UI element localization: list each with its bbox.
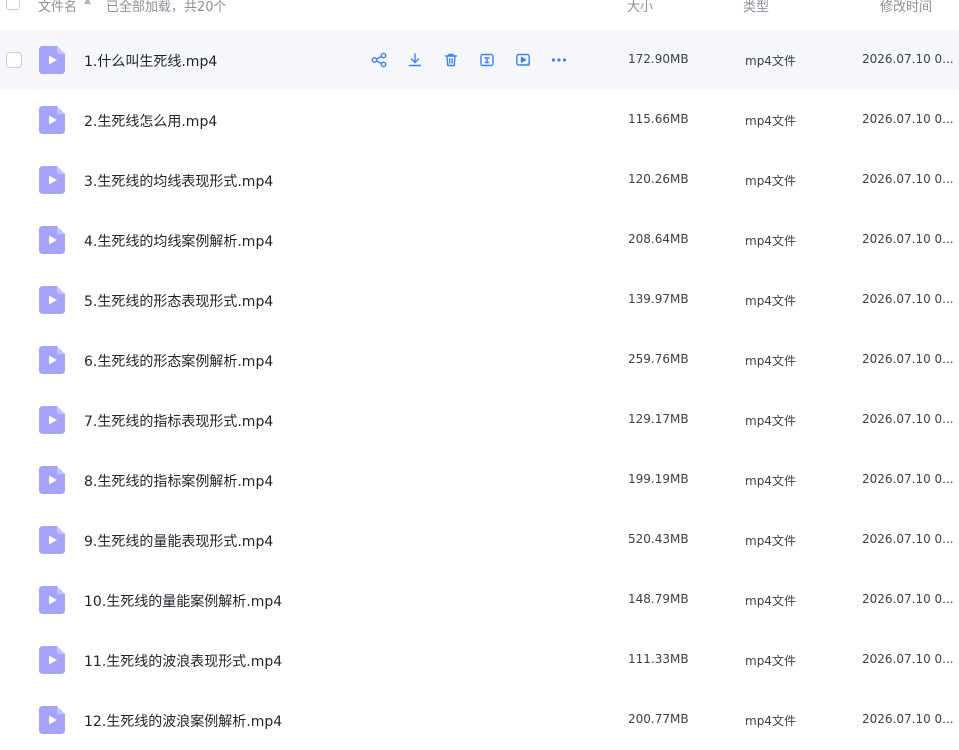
file-modified-time: 2026.07.10 0... [862, 592, 954, 606]
file-modified-time: 2026.07.10 0... [862, 172, 954, 186]
file-type: mp4文件 [745, 714, 796, 728]
file-type: mp4文件 [745, 534, 796, 548]
file-size: 172.90MB [628, 52, 689, 66]
row-checkbox[interactable] [6, 52, 22, 68]
file-row[interactable]: 7.生死线的指标表现形式.mp4 129.17MB mp4文件 2026.07.10 … [0, 390, 959, 450]
video-file-icon [39, 586, 65, 614]
rename-icon[interactable] [477, 50, 497, 70]
file-type: mp4文件 [745, 474, 796, 488]
file-row[interactable]: 5.生死线的形态表现形式.mp4 139.97MB mp4文件 2026.07.10 … [0, 270, 959, 330]
file-modified-time: 2026.07.10 0... [862, 712, 954, 726]
file-name[interactable]: 6.生死线的形态案例解析.mp4 [84, 351, 273, 371]
video-file-icon [39, 646, 65, 674]
file-type: mp4文件 [745, 54, 796, 68]
file-type: mp4文件 [745, 294, 796, 308]
video-file-icon [39, 166, 65, 194]
file-name[interactable]: 3.生死线的均线表现形式.mp4 [84, 171, 273, 191]
file-modified-time: 2026.07.10 0... [862, 532, 954, 546]
file-size: 199.19MB [628, 472, 689, 486]
file-modified-time: 2026.07.10 0... [862, 232, 954, 246]
file-modified-time: 2026.07.10 0... [862, 412, 954, 426]
file-name[interactable]: 12.生死线的波浪案例解析.mp4 [84, 711, 282, 731]
sort-icon[interactable]: ▲ [84, 0, 91, 6]
video-file-icon [39, 106, 65, 134]
file-modified-time: 2026.07.10 0... [862, 112, 954, 126]
download-icon[interactable] [405, 50, 425, 70]
file-name[interactable]: 11.生死线的波浪表现形式.mp4 [84, 651, 282, 671]
video-file-icon [39, 466, 65, 494]
loaded-count-text: 已全部加载，共20个 [106, 0, 227, 15]
file-type: mp4文件 [745, 234, 796, 248]
select-all-checkbox[interactable] [6, 0, 20, 10]
file-name[interactable]: 9.生死线的量能表现形式.mp4 [84, 531, 273, 551]
file-row[interactable]: 4.生死线的均线案例解析.mp4 208.64MB mp4文件 2026.07.10 … [0, 210, 959, 270]
file-modified-time: 2026.07.10 0... [862, 652, 954, 666]
file-row[interactable]: 10.生死线的量能案例解析.mp4 148.79MB mp4文件 2026.07.10… [0, 570, 959, 630]
file-row[interactable]: 6.生死线的形态案例解析.mp4 259.76MB mp4文件 2026.07.10 … [0, 330, 959, 390]
file-type: mp4文件 [745, 654, 796, 668]
file-size: 520.43MB [628, 532, 689, 546]
file-type: mp4文件 [745, 414, 796, 428]
file-type: mp4文件 [745, 594, 796, 608]
video-file-icon [39, 226, 65, 254]
file-size: 111.33MB [628, 652, 689, 666]
file-size: 208.64MB [628, 232, 689, 246]
column-header-type[interactable]: 类型 [743, 0, 769, 15]
file-modified-time: 2026.07.10 0... [862, 292, 954, 306]
file-size: 259.76MB [628, 352, 689, 366]
file-list-header: 文件名 ▲ 已全部加载，共20个 大小 类型 修改时间 [0, 0, 959, 20]
file-row[interactable]: 1.什么叫生死线.mp4 172.90MB mp4文件 2026.07.10 0... [0, 30, 959, 90]
file-type: mp4文件 [745, 114, 796, 128]
file-size: 120.26MB [628, 172, 689, 186]
play-icon[interactable] [513, 50, 533, 70]
file-size: 139.97MB [628, 292, 689, 306]
column-header-modified[interactable]: 修改时间 [880, 0, 932, 15]
file-modified-time: 2026.07.10 0... [862, 352, 954, 366]
file-row[interactable]: 11.生死线的波浪表现形式.mp4 111.33MB mp4文件 2026.07.10… [0, 630, 959, 690]
file-row[interactable]: 3.生死线的均线表现形式.mp4 120.26MB mp4文件 2026.07.10 … [0, 150, 959, 210]
video-file-icon [39, 346, 65, 374]
file-size: 148.79MB [628, 592, 689, 606]
file-row[interactable]: 2.生死线怎么用.mp4 115.66MB mp4文件 2026.07.10 0... [0, 90, 959, 150]
video-file-icon [39, 46, 65, 74]
video-file-icon [39, 286, 65, 314]
file-row[interactable]: 9.生死线的量能表现形式.mp4 520.43MB mp4文件 2026.07.10 … [0, 510, 959, 570]
more-icon[interactable] [549, 50, 569, 70]
file-size: 129.17MB [628, 412, 689, 426]
file-modified-time: 2026.07.10 0... [862, 52, 954, 66]
file-row[interactable]: 12.生死线的波浪案例解析.mp4 200.77MB mp4文件 2026.07.10… [0, 690, 959, 750]
delete-icon[interactable] [441, 50, 461, 70]
file-type: mp4文件 [745, 174, 796, 188]
file-type: mp4文件 [745, 354, 796, 368]
file-name[interactable]: 4.生死线的均线案例解析.mp4 [84, 231, 273, 251]
file-name[interactable]: 8.生死线的指标案例解析.mp4 [84, 471, 273, 491]
file-size: 115.66MB [628, 112, 689, 126]
file-name[interactable]: 5.生死线的形态表现形式.mp4 [84, 291, 273, 311]
file-name[interactable]: 7.生死线的指标表现形式.mp4 [84, 411, 273, 431]
file-name[interactable]: 2.生死线怎么用.mp4 [84, 111, 217, 131]
file-row[interactable]: 8.生死线的指标案例解析.mp4 199.19MB mp4文件 2026.07.10 … [0, 450, 959, 510]
video-file-icon [39, 526, 65, 554]
file-name[interactable]: 10.生死线的量能案例解析.mp4 [84, 591, 282, 611]
file-size: 200.77MB [628, 712, 689, 726]
video-file-icon [39, 706, 65, 734]
share-icon[interactable] [369, 50, 389, 70]
file-modified-time: 2026.07.10 0... [862, 472, 954, 486]
column-header-name[interactable]: 文件名 [38, 0, 77, 15]
video-file-icon [39, 406, 65, 434]
file-name[interactable]: 1.什么叫生死线.mp4 [84, 51, 217, 71]
column-header-size[interactable]: 大小 [627, 0, 653, 15]
